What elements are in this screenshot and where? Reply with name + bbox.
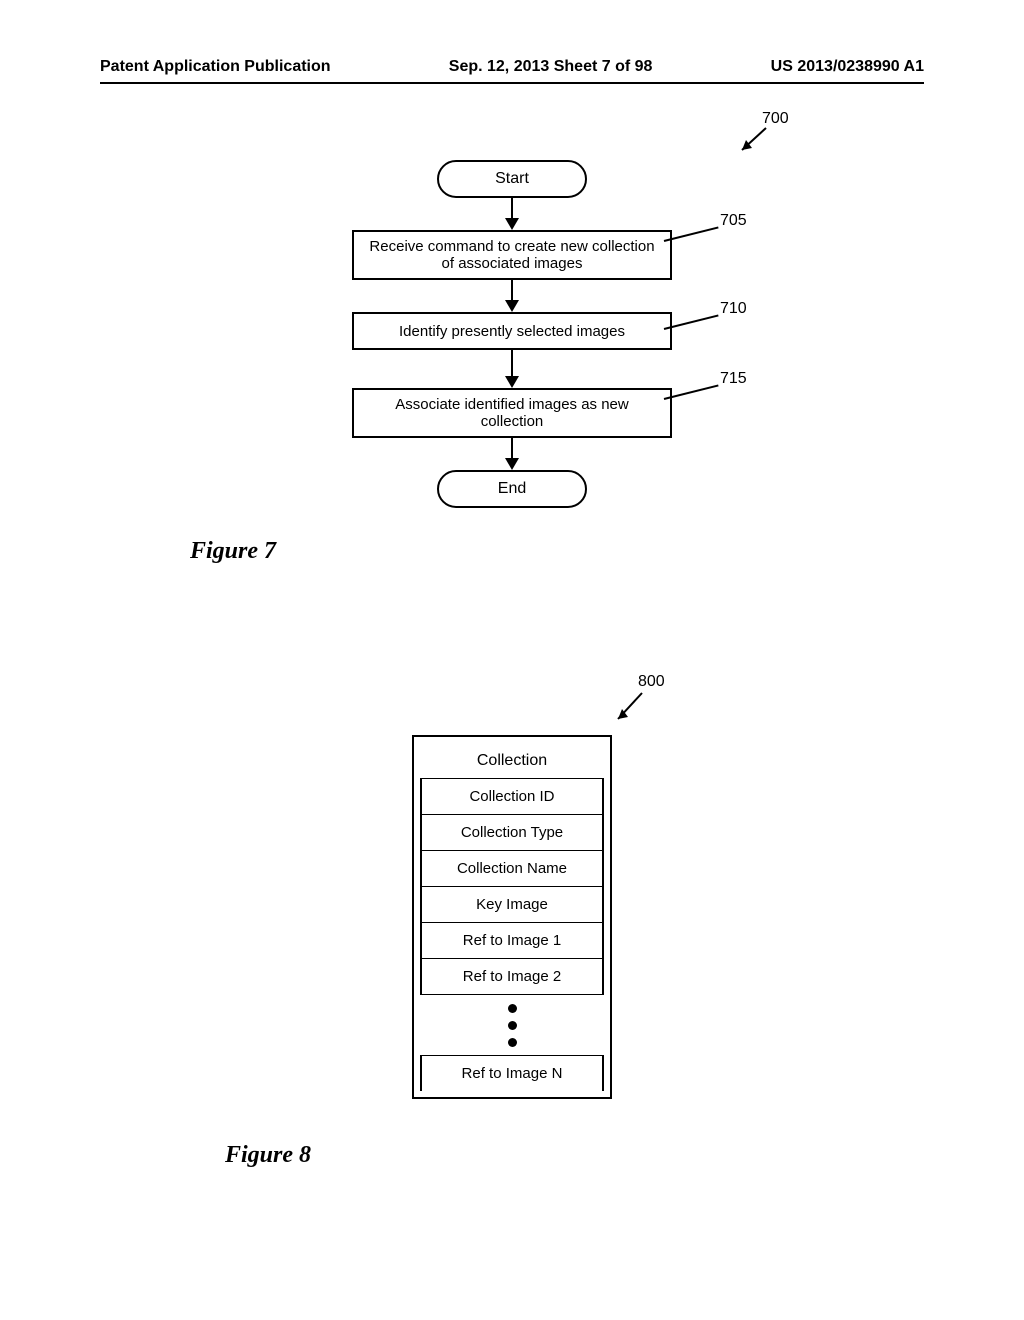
flow-start: Start bbox=[437, 160, 587, 198]
flow-step-705: Receive command to create new collection… bbox=[352, 230, 672, 280]
start-text: Start bbox=[495, 170, 529, 188]
dot-icon bbox=[508, 1038, 517, 1047]
collection-row: Collection Type bbox=[420, 815, 604, 851]
ref-700-label: 700 bbox=[762, 110, 789, 128]
figure7-caption: Figure 7 bbox=[190, 538, 276, 565]
collection-row-last: Ref to Image N bbox=[420, 1055, 604, 1091]
collection-row: Ref to Image 1 bbox=[420, 923, 604, 959]
dot-icon bbox=[508, 1021, 517, 1030]
ref-800-group: 800 bbox=[608, 685, 648, 730]
row-text: Ref to Image 2 bbox=[463, 968, 561, 985]
step-715-text: Associate identified images as new colle… bbox=[362, 396, 662, 430]
step-705-text: Receive command to create new collection… bbox=[362, 238, 662, 272]
collection-title: Collection bbox=[420, 743, 604, 779]
collection-row: Ref to Image 2 bbox=[420, 959, 604, 995]
flow-step-710: Identify presently selected images bbox=[352, 312, 672, 350]
ref-705-label: 705 bbox=[720, 212, 747, 230]
row-text: Collection Name bbox=[457, 860, 567, 877]
row-text: Collection ID bbox=[469, 788, 554, 805]
row-text: Ref to Image 1 bbox=[463, 932, 561, 949]
figure7-flowchart: Start Receive command to create new coll… bbox=[0, 150, 1024, 530]
ref-715-label: 715 bbox=[720, 370, 747, 388]
figure8-caption: Figure 8 bbox=[225, 1142, 311, 1169]
ref-800-label: 800 bbox=[638, 673, 665, 691]
header-left: Patent Application Publication bbox=[100, 58, 331, 76]
flow-end: End bbox=[437, 470, 587, 508]
arrow-icon bbox=[505, 300, 519, 312]
collection-row: Key Image bbox=[420, 887, 604, 923]
arrow-line bbox=[511, 438, 513, 460]
end-text: End bbox=[498, 480, 526, 498]
flow-step-715: Associate identified images as new colle… bbox=[352, 388, 672, 438]
collection-row: Collection ID bbox=[420, 779, 604, 815]
collection-row: Collection Name bbox=[420, 851, 604, 887]
arrow-line bbox=[511, 350, 513, 378]
page-header: Patent Application Publication Sep. 12, … bbox=[0, 58, 1024, 76]
arrow-line bbox=[511, 198, 513, 220]
header-right: US 2013/0238990 A1 bbox=[771, 58, 924, 76]
collection-ellipsis bbox=[420, 995, 604, 1055]
arrow-icon bbox=[505, 218, 519, 230]
row-text: Collection Type bbox=[461, 824, 563, 841]
arrow-icon bbox=[608, 685, 648, 730]
collection-title-text: Collection bbox=[477, 752, 547, 770]
arrow-icon bbox=[505, 376, 519, 388]
dot-icon bbox=[508, 1004, 517, 1013]
row-text: Ref to Image N bbox=[462, 1065, 563, 1082]
ref-710-label: 710 bbox=[720, 300, 747, 318]
header-center: Sep. 12, 2013 Sheet 7 of 98 bbox=[449, 58, 653, 76]
arrow-line bbox=[511, 280, 513, 302]
step-710-text: Identify presently selected images bbox=[399, 323, 625, 340]
row-text: Key Image bbox=[476, 896, 548, 913]
header-rule bbox=[100, 82, 924, 84]
arrow-icon bbox=[505, 458, 519, 470]
figure8-collection-box: Collection Collection ID Collection Type… bbox=[412, 735, 612, 1099]
